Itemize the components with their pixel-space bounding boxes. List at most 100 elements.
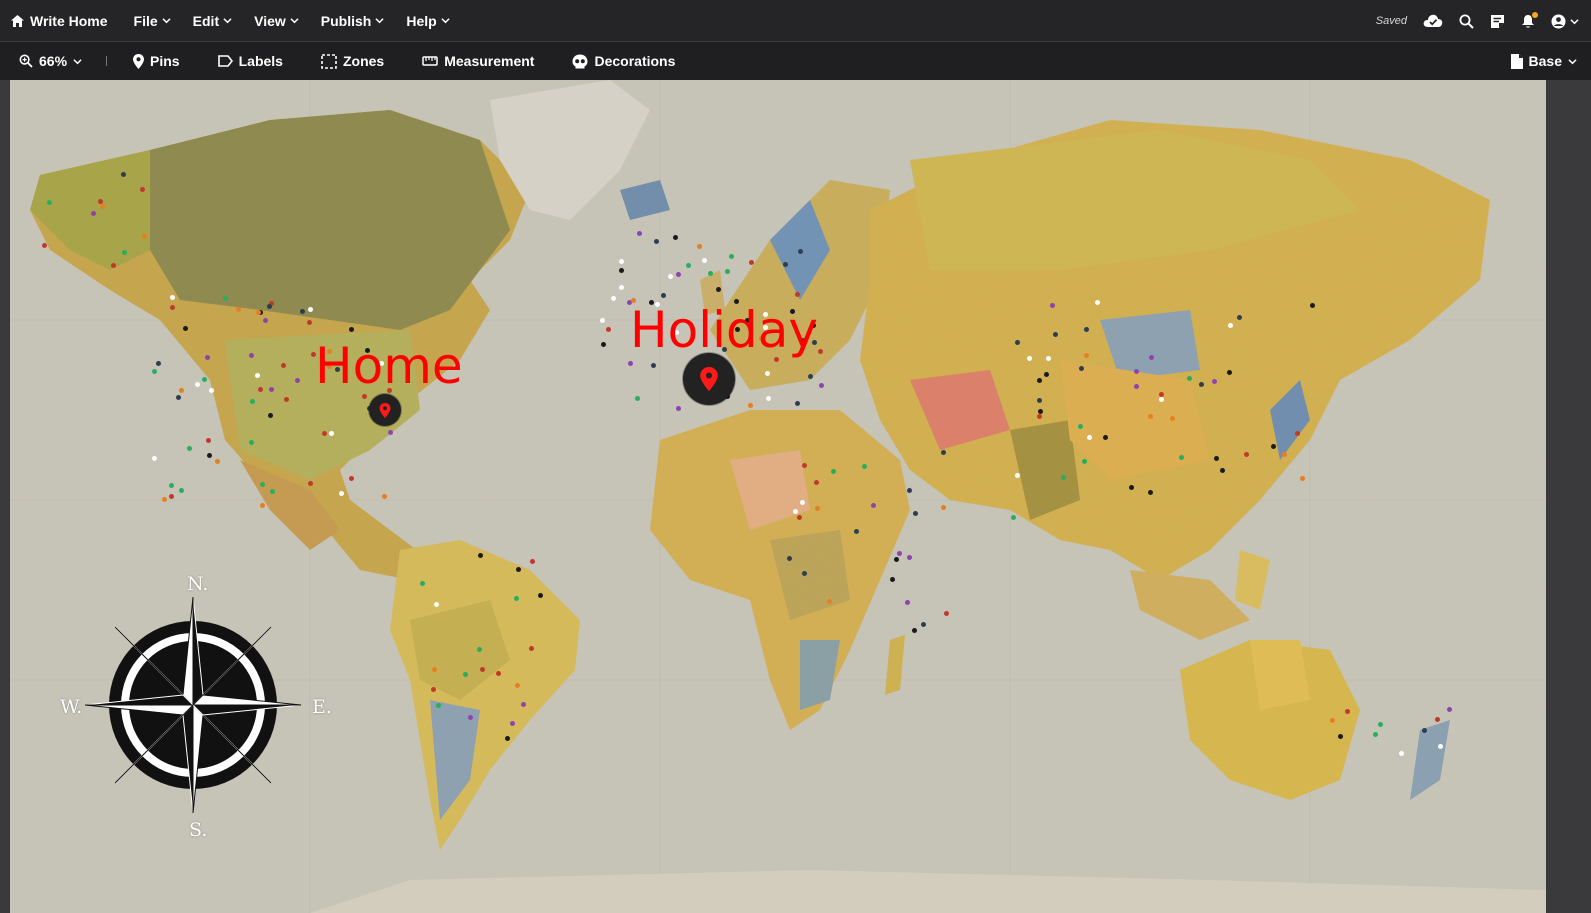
tool-zones[interactable]: Zones [321, 53, 384, 69]
chevron-down-icon [1570, 18, 1579, 24]
notes-button[interactable] [1490, 14, 1505, 29]
pushpin-dot [871, 503, 877, 509]
pushpin-dot [496, 670, 502, 676]
map-toolbar: 66% Pins Labels Zones Measurement Decora… [0, 42, 1591, 80]
compass-east-label: E. [312, 696, 332, 718]
pushpin-dot [338, 491, 344, 497]
map-pin-home[interactable] [369, 394, 401, 426]
pushpin-dot [1149, 355, 1155, 361]
pushpin-dot [222, 296, 228, 302]
map-pin-holiday[interactable] [683, 353, 735, 405]
menu-view-label: View [254, 12, 286, 29]
pushpin-dot [636, 230, 642, 236]
menu-edit[interactable]: Edit [193, 13, 232, 29]
pushpin-dot [169, 294, 175, 300]
notifications-button[interactable] [1521, 11, 1538, 29]
pushpin-dot [600, 341, 606, 347]
pushpin-dot [747, 402, 753, 408]
canvas-margin [1546, 80, 1591, 913]
pushpin-dot [269, 489, 275, 495]
pushpin-dot [349, 475, 355, 481]
map-pin-icon [700, 367, 718, 391]
home-icon [11, 14, 24, 27]
pushpin-dot [1027, 356, 1033, 362]
main-menu: File Edit View Publish Help [134, 13, 450, 29]
map-label-home[interactable]: Home [315, 341, 463, 391]
pushpin-dot [1211, 378, 1217, 384]
tool-labels[interactable]: Labels [217, 53, 283, 69]
search-icon [1459, 14, 1474, 29]
pushpin-dot [258, 386, 264, 392]
pushpin-dot [530, 559, 536, 565]
pushpin-dot [861, 464, 867, 470]
pushpin-dot [1015, 472, 1021, 478]
pushpin-dot [260, 502, 266, 508]
pushpin-dot [476, 647, 482, 653]
pushpin-dot [162, 496, 168, 502]
menu-view[interactable]: View [254, 13, 299, 29]
pushpin-dot [1084, 352, 1090, 358]
pushpin-dot [1220, 468, 1226, 474]
tool-pins[interactable]: Pins [133, 53, 180, 69]
pushpin-dot [294, 378, 300, 384]
pushpin-dot [268, 386, 274, 392]
pushpin-dot [808, 374, 814, 380]
pushpin-dot [255, 309, 261, 315]
pushpin-dot [893, 557, 899, 563]
compass-south-label: S. [189, 819, 208, 841]
menu-publish-label: Publish [320, 12, 372, 29]
pushpin-dot [1344, 709, 1350, 715]
zoom-dropdown[interactable]: 66% [19, 53, 82, 69]
pushpin-dot [672, 234, 678, 240]
pushpin-dot [708, 271, 714, 277]
pushpin-dot [1037, 398, 1043, 404]
zoom-icon [19, 54, 33, 68]
tool-measurement[interactable]: Measurement [422, 53, 534, 69]
pushpin-dot [431, 686, 437, 692]
cloud-saved-icon [1423, 14, 1443, 28]
tool-decorations-label: Decorations [594, 53, 676, 69]
pushpin-dot [1078, 424, 1083, 430]
layer-dropdown[interactable]: Base [1510, 42, 1577, 80]
account-menu-button[interactable] [1551, 14, 1579, 29]
pushpin-dot [826, 599, 832, 605]
write-home-button[interactable]: Write Home [11, 13, 108, 29]
pushpin-dot [477, 553, 483, 559]
pushpin-dot [795, 292, 801, 297]
search-button[interactable] [1459, 14, 1474, 29]
pushpin-dot [41, 243, 47, 249]
pushpin-dot [905, 600, 911, 606]
tool-pins-label: Pins [150, 53, 180, 69]
pushpin-dot [1199, 381, 1205, 387]
saved-status: Saved [1375, 15, 1407, 27]
pushpin-dot [514, 682, 520, 688]
notes-icon [1491, 14, 1504, 28]
pushpin-dot [1434, 717, 1440, 723]
pushpin-dot [1244, 452, 1250, 458]
compass-rose-icon [84, 596, 302, 814]
map-pin-icon [133, 53, 145, 69]
pushpin-dot [1159, 397, 1165, 403]
map-canvas[interactable]: Home Holiday N. S. E. W. [10, 80, 1546, 913]
pushpin-dot [676, 405, 682, 411]
pushpin-dot [906, 554, 912, 560]
pushpin-dot [176, 395, 182, 401]
menu-file[interactable]: File [134, 13, 171, 29]
pushpin-dot [1015, 340, 1021, 346]
pushpin-dot [1227, 370, 1233, 376]
pushpin-dot [201, 376, 207, 382]
menu-help[interactable]: Help [406, 13, 450, 29]
pushpin-dot [1128, 485, 1134, 490]
tool-decorations[interactable]: Decorations [572, 53, 675, 69]
pushpin-dot [178, 487, 184, 493]
pushpin-dot [795, 400, 801, 406]
pushpin-dot [431, 667, 437, 673]
pushpin-dot [155, 361, 161, 367]
pushpin-dot [1179, 455, 1185, 461]
label-icon [217, 55, 233, 67]
pushpin-dot [619, 284, 625, 290]
pushpin-dot [1095, 300, 1101, 305]
map-label-holiday[interactable]: Holiday [630, 305, 818, 355]
pushpin-dot [651, 363, 657, 369]
menu-publish[interactable]: Publish [321, 13, 385, 29]
